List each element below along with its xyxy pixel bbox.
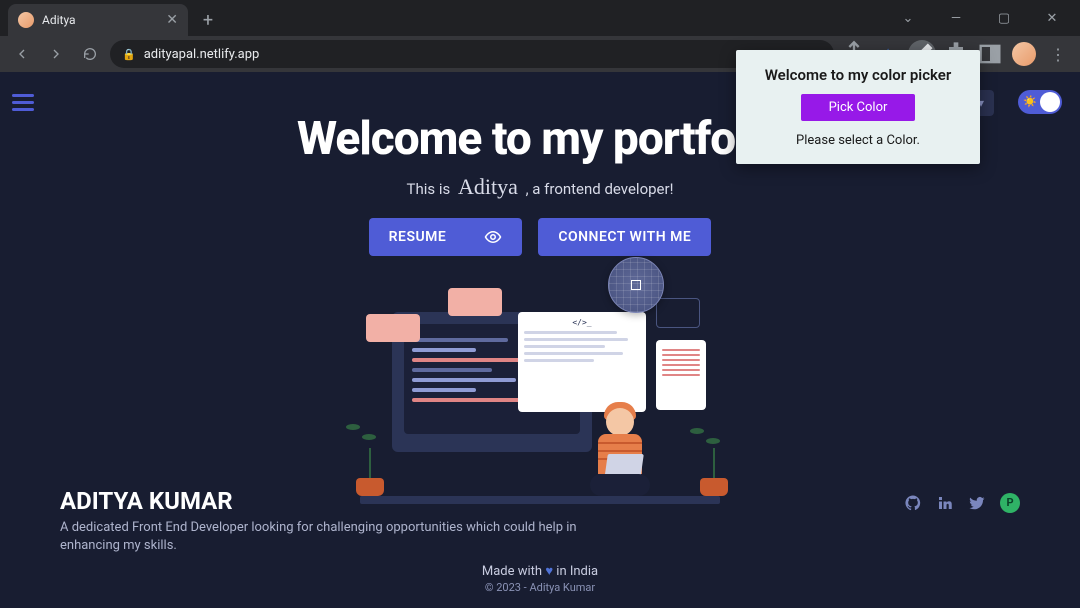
sun-icon: ☀️ [1023,95,1037,108]
footer-name: ADITYA KUMAR [60,487,580,515]
popup-message: Please select a Color. [752,133,964,148]
back-button[interactable] [8,40,36,68]
window-maximize-icon[interactable]: ▢ [982,4,1026,32]
hero-tagline: This is Aditya , a frontend developer! [0,174,1080,200]
illust-code-tag: </>_ [524,318,640,327]
url-text: adityapal.netlify.app [144,47,260,62]
lock-icon: 🔒 [122,48,136,61]
tab-close-icon[interactable]: ✕ [166,12,178,28]
profile-avatar[interactable] [1010,40,1038,68]
tagline-pre: This is [407,180,451,198]
extension-popup: Welcome to my color picker Pick Color Pl… [736,50,980,164]
connect-button-label: CONNECT WITH ME [558,229,691,245]
tab-title: Aditya [42,13,76,27]
menu-kebab-icon[interactable]: ⋮ [1044,40,1072,68]
theme-toggle[interactable]: ☀️ [1018,90,1062,114]
linkedin-icon[interactable] [936,494,954,512]
eye-icon [484,228,502,246]
download-icon [456,228,474,246]
tagline-post: , a frontend developer! [526,180,674,198]
heart-icon: ♥ [545,564,553,579]
browser-tab[interactable]: Aditya ✕ [8,4,188,36]
made-with-pre: Made with [482,564,542,579]
peerlist-icon[interactable]: P [1000,493,1020,513]
copyright: © 2023 - Aditya Kumar [60,581,1020,594]
window-dropdown-icon[interactable]: ⌄ [886,4,930,32]
pick-color-button[interactable]: Pick Color [801,94,916,121]
resume-button[interactable]: RESUME [369,218,523,256]
address-bar[interactable]: 🔒 adityapal.netlify.app [110,40,834,68]
forward-button[interactable] [42,40,70,68]
sidepanel-icon[interactable] [976,40,1004,68]
made-with-post: in India [556,564,598,579]
footer: ADITYA KUMAR A dedicated Front End Devel… [0,471,1080,608]
tagline-name: Aditya [458,174,518,199]
twitter-icon[interactable] [968,494,986,512]
resume-button-label: RESUME [389,229,447,245]
footer-bio: A dedicated Front End Developer looking … [60,519,580,555]
new-tab-button[interactable]: + [194,6,222,34]
reload-button[interactable] [76,40,104,68]
github-icon[interactable] [904,494,922,512]
tab-bar: Aditya ✕ + ⌄ — ▢ ✕ [0,0,1080,36]
window-close-icon[interactable]: ✕ [1030,4,1074,32]
connect-button[interactable]: CONNECT WITH ME [538,218,711,256]
hamburger-menu-button[interactable] [12,90,34,115]
window-minimize-icon[interactable]: — [934,4,978,32]
favicon [18,12,34,28]
popup-title: Welcome to my color picker [752,66,964,84]
